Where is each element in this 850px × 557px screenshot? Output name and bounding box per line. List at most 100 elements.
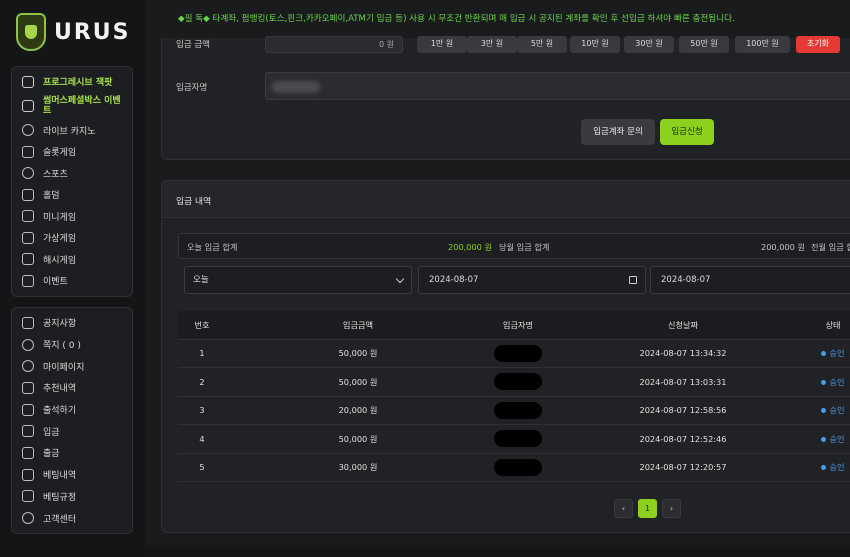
- sidebar-item-label: 입금: [43, 427, 60, 438]
- table-row: 3 20,000 원 2024-08-07 12:58:56 승인: [178, 397, 850, 425]
- cell-amount: 30,000 원: [338, 462, 378, 473]
- page-1-button[interactable]: 1: [638, 499, 657, 518]
- quick-amount-300k-button[interactable]: 30만 원: [624, 36, 674, 53]
- account-inquiry-button[interactable]: 입금계좌 문의: [581, 119, 655, 145]
- sidebar-item-sports[interactable]: 스포츠: [12, 163, 132, 185]
- period-select-value: 오늘: [193, 275, 209, 285]
- cell-status: 승인: [808, 347, 850, 359]
- redaction-blob: [494, 458, 542, 476]
- column-header-amount: 입금금액: [342, 319, 374, 330]
- sidebar-item-holdem[interactable]: 홀덤: [12, 184, 132, 206]
- month-total-value: 200,000 원: [761, 242, 805, 252]
- deposit-form-card: 입금 금액 0 원 1만 원 3만 원 5만 원 10만 원 30만 원 50만…: [161, 36, 850, 160]
- sidebar-item-label: 베팅규정: [43, 492, 77, 503]
- sidebar-item-label: 프로그레시브 잭팟: [43, 78, 113, 89]
- brand-name: URUS: [54, 19, 131, 45]
- sidebar-item-deposit[interactable]: 입금: [12, 420, 132, 442]
- status-label: 승인: [829, 376, 845, 387]
- redaction-blob: [494, 373, 542, 391]
- today-total-label: 오늘 입금 합계: [187, 242, 238, 252]
- quick-amount-50k-button[interactable]: 5만 원: [517, 36, 567, 53]
- sidebar-item-support[interactable]: 고객센터: [12, 507, 132, 529]
- table-row: 4 50,000 원 2024-08-07 12:52:46 승인: [178, 425, 850, 454]
- today-total-value: 200,000 원: [448, 242, 492, 252]
- notice-banner: ◆필 독◆ 타계좌, 펌뱅킹(토스,핀크,카카오페이,ATM기 입금 등) 사용…: [178, 14, 735, 24]
- cell-date: 2024-08-07 12:52:46: [639, 433, 727, 444]
- quick-amount-30k-button[interactable]: 3만 원: [467, 36, 517, 53]
- redaction-blob: [494, 344, 542, 362]
- prev-page-button[interactable]: ‹: [614, 499, 633, 518]
- sidebar-item-bet-history[interactable]: 베팅내역: [12, 464, 132, 486]
- sidebar-item-event[interactable]: 이벤트: [12, 270, 132, 292]
- cell-no: 2: [199, 376, 205, 387]
- sidebar-games-group: 프로그레시브 잭팟 썸머스페셜박스 이벤트 라이브 카지노 슬롯게임 스포츠 홀…: [11, 66, 133, 297]
- depositor-name-label: 입금자명: [176, 83, 208, 93]
- sidebar-item-summer-box-event[interactable]: 썸머스페셜박스 이벤트: [12, 93, 132, 120]
- sidebar-item-bet-rules[interactable]: 베팅규정: [12, 486, 132, 508]
- quick-amount-10k-button[interactable]: 1만 원: [417, 36, 467, 53]
- status-label: 승인: [829, 433, 845, 444]
- reset-button[interactable]: 초기화: [796, 36, 840, 53]
- date-to-input[interactable]: 2024-08-07: [650, 266, 850, 294]
- footer-strip: [145, 545, 850, 557]
- deposit-apply-button[interactable]: 입금신청: [660, 119, 714, 145]
- sidebar-item-notice[interactable]: 공지사항: [12, 312, 132, 334]
- referral-icon: [22, 381, 34, 394]
- calendar-check-icon: [22, 403, 34, 416]
- column-header-no: 번호: [194, 319, 210, 330]
- brand-logo[interactable]: URUS: [16, 12, 131, 52]
- sidebar-item-messages[interactable]: 쪽지 ( 0 ): [12, 334, 132, 356]
- cell-no: 1: [199, 348, 205, 359]
- app-root: URUS 프로그레시브 잭팟 썸머스페셜박스 이벤트 라이브 카지노 슬롯게임 …: [0, 0, 850, 557]
- cell-amount: 50,000 원: [338, 376, 378, 387]
- sidebar-item-label: 쪽지 ( 0 ): [43, 341, 81, 352]
- sidebar-item-progressive-jackpot[interactable]: 프로그레시브 잭팟: [12, 71, 132, 93]
- sidebar-item-live-casino[interactable]: 라이브 카지노: [12, 120, 132, 142]
- status-dot-icon: [821, 408, 827, 414]
- sidebar-item-hash-game[interactable]: 해시게임: [12, 249, 132, 271]
- hash-icon: [22, 253, 34, 266]
- history-header: 입금 내역: [162, 181, 850, 218]
- user-icon: [22, 360, 34, 373]
- cell-amount: 20,000 원: [338, 405, 378, 416]
- cell-depositor-redacted: [468, 373, 568, 391]
- deposit-icon: [22, 425, 34, 438]
- table-row: 5 30,000 원 2024-08-07 12:20:57 승인: [178, 454, 850, 482]
- sidebar-item-withdraw[interactable]: 출금: [12, 442, 132, 464]
- sidebar-item-label: 추천내역: [43, 384, 77, 395]
- status-label: 승인: [829, 405, 845, 416]
- cell-no: 5: [199, 462, 205, 473]
- cell-depositor-redacted: [468, 430, 568, 448]
- redacted-name: [272, 81, 320, 93]
- amount-input[interactable]: 0 원: [265, 36, 403, 53]
- deposit-history-table: 번호 입금금액 입금자명 신청날짜 상태 1 50,000 원 2024-08-…: [178, 311, 850, 482]
- sidebar-item-referral[interactable]: 추천내역: [12, 377, 132, 399]
- sidebar-item-mypage[interactable]: 마이페이지: [12, 355, 132, 377]
- quick-amount-1m-button[interactable]: 100만 원: [735, 36, 790, 53]
- sidebar-item-minigame[interactable]: 미니게임: [12, 206, 132, 228]
- sidebar-item-slot[interactable]: 슬롯게임: [12, 141, 132, 163]
- sidebar-item-attendance[interactable]: 출석하기: [12, 399, 132, 421]
- cell-amount: 50,000 원: [338, 433, 378, 444]
- sidebar-item-label: 베팅내역: [43, 471, 77, 482]
- depositor-name-input[interactable]: [265, 72, 850, 100]
- poker-cards-icon: [22, 188, 34, 201]
- gamepad-icon: [22, 210, 34, 223]
- date-from-input[interactable]: 2024-08-07: [418, 266, 646, 294]
- quick-amount-500k-button[interactable]: 50만 원: [679, 36, 729, 53]
- redaction-blob: [494, 430, 542, 448]
- sidebar-item-label: 가상게임: [43, 234, 77, 245]
- deposit-summary: 오늘 입금 합계 200,000 원 당월 입금 합계 200,000 원 전월…: [178, 233, 850, 259]
- column-header-status: 상태: [825, 319, 841, 330]
- list-icon: [22, 468, 34, 481]
- sidebar-item-label: 홀덤: [43, 191, 60, 202]
- status-dot-icon: [821, 465, 827, 471]
- sidebar-item-label: 슬롯게임: [43, 148, 77, 159]
- period-select[interactable]: 오늘: [184, 266, 412, 294]
- sidebar-item-virtual-game[interactable]: 가상게임: [12, 227, 132, 249]
- next-page-button[interactable]: ›: [662, 499, 681, 518]
- quick-amount-100k-button[interactable]: 10만 원: [570, 36, 620, 53]
- column-header-date: 신청날짜: [667, 319, 699, 330]
- sidebar-item-label: 출석하기: [43, 406, 77, 417]
- event-gift-icon: [22, 274, 34, 287]
